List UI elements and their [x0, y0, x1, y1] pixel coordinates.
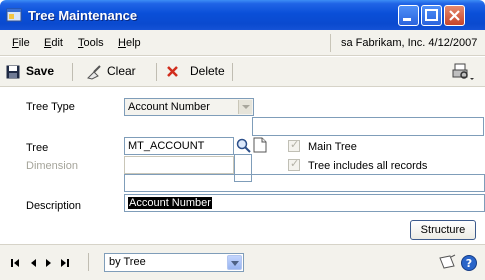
tree-type-value: Account Number — [128, 101, 210, 113]
structure-button[interactable]: Structure — [410, 220, 476, 240]
window-icon — [6, 8, 22, 22]
tree-maintenance-window: Tree Maintenance File Edit Tools Help sa… — [0, 0, 485, 280]
dimension-label: Dimension — [26, 160, 78, 172]
next-record-icon[interactable] — [44, 258, 54, 268]
minimize-button[interactable] — [398, 5, 419, 26]
delete-button[interactable]: Delete — [190, 64, 225, 78]
tree-input[interactable]: MT_ACCOUNT — [124, 137, 234, 155]
toolbar-separator — [232, 63, 233, 81]
print-options-icon[interactable] — [452, 62, 476, 82]
description-value: Account Number — [128, 197, 212, 209]
maximize-button[interactable] — [421, 5, 442, 26]
menu-bar: File Edit Tools Help sa Fabrikam, Inc. 4… — [0, 30, 485, 56]
save-icon — [6, 65, 20, 79]
first-record-icon[interactable] — [10, 258, 20, 268]
sort-by-value: by Tree — [109, 256, 146, 268]
tree-label: Tree — [26, 142, 49, 154]
previous-record-icon[interactable] — [28, 258, 38, 268]
last-record-icon[interactable] — [60, 258, 70, 268]
minimize-icon — [403, 18, 411, 21]
menu-tools[interactable]: Tools — [78, 37, 104, 49]
delete-icon — [167, 66, 178, 77]
tree-value: MT_ACCOUNT — [128, 140, 205, 152]
toolbar-separator — [72, 63, 73, 81]
clear-icon — [87, 65, 101, 80]
chevron-down-icon — [227, 255, 242, 270]
maximize-icon — [425, 9, 438, 21]
dimension-input[interactable] — [124, 156, 234, 174]
main-tree-checkbox[interactable] — [288, 138, 300, 152]
menu-edit[interactable]: Edit — [44, 37, 63, 49]
description-label: Description — [26, 200, 82, 212]
clear-button[interactable]: Clear — [107, 64, 136, 78]
title-bar[interactable]: Tree Maintenance — [0, 0, 485, 30]
description-input[interactable]: Account Number — [124, 194, 485, 212]
bottom-bar: by Tree ? — [0, 244, 485, 280]
form-area: Tree Type Account Number Tree MT_ACCOUNT… — [0, 88, 485, 240]
save-button[interactable]: Save — [26, 64, 54, 78]
note-icon[interactable] — [438, 254, 456, 270]
chevron-down-icon — [238, 100, 252, 114]
bottom-separator — [88, 253, 89, 271]
close-icon — [449, 10, 460, 21]
close-button[interactable] — [444, 5, 465, 26]
menu-help[interactable]: Help — [118, 37, 141, 49]
tree-type-dropdown[interactable]: Account Number — [124, 98, 254, 116]
window-title: Tree Maintenance — [28, 8, 138, 23]
main-tree-label: Main Tree — [308, 141, 357, 153]
lookup-icon[interactable] — [236, 138, 252, 154]
menu-file[interactable]: File — [12, 37, 30, 49]
all-records-label: Tree includes all records — [308, 160, 428, 172]
toolbar: Save Clear Delete — [0, 57, 485, 87]
field-frame — [252, 117, 484, 136]
toolbar-separator — [156, 63, 157, 81]
sort-by-dropdown[interactable]: by Tree — [104, 253, 244, 272]
user-company-date: sa Fabrikam, Inc. 4/12/2007 — [330, 34, 485, 52]
field-frame — [124, 174, 485, 192]
svg-text:?: ? — [466, 257, 472, 270]
help-icon[interactable]: ? — [460, 254, 478, 272]
new-note-icon[interactable] — [253, 137, 267, 153]
tree-type-label: Tree Type — [26, 101, 75, 113]
all-records-checkbox[interactable] — [288, 157, 300, 171]
